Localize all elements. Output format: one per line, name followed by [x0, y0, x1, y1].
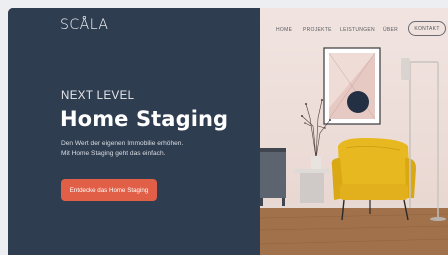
hero-headline: Home Staging — [60, 107, 229, 131]
main-nav: HOME PROJEKTE LEISTUNGEN ÜBER KONTAKT — [260, 8, 448, 38]
cta-button[interactable]: Entdecke das Home Staging — [61, 179, 157, 201]
nav-home[interactable]: HOME — [276, 27, 292, 33]
artwork-circle — [347, 91, 369, 113]
nav-projekte[interactable]: PROJEKTE — [303, 27, 332, 33]
baseboard — [260, 203, 448, 208]
browser-window: SCÅLA NEXT LEVEL Home Staging Den Wert d… — [8, 8, 448, 255]
hero-eyebrow: NEXT LEVEL — [61, 90, 135, 102]
vase — [311, 156, 321, 170]
hero-subline-2: Mit Home Staging geht das einfach. — [61, 150, 166, 157]
hero-subline-1: Den Wert der eigenen Immobilie erhöhen. — [61, 140, 184, 147]
brand-logo[interactable]: SCÅLA — [60, 17, 108, 33]
sideboard — [260, 148, 286, 198]
hero-panel: SCÅLA NEXT LEVEL Home Staging Den Wert d… — [8, 8, 260, 255]
nav-leistungen[interactable]: LEISTUNGEN — [340, 27, 375, 33]
hero-image: HOME PROJEKTE LEISTUNGEN ÜBER KONTAKT — [260, 8, 448, 255]
living-room-illustration — [260, 47, 448, 255]
nav-ueber[interactable]: ÜBER — [383, 27, 398, 33]
nav-contact-button[interactable]: KONTAKT — [408, 21, 446, 36]
side-table-top — [294, 169, 330, 173]
